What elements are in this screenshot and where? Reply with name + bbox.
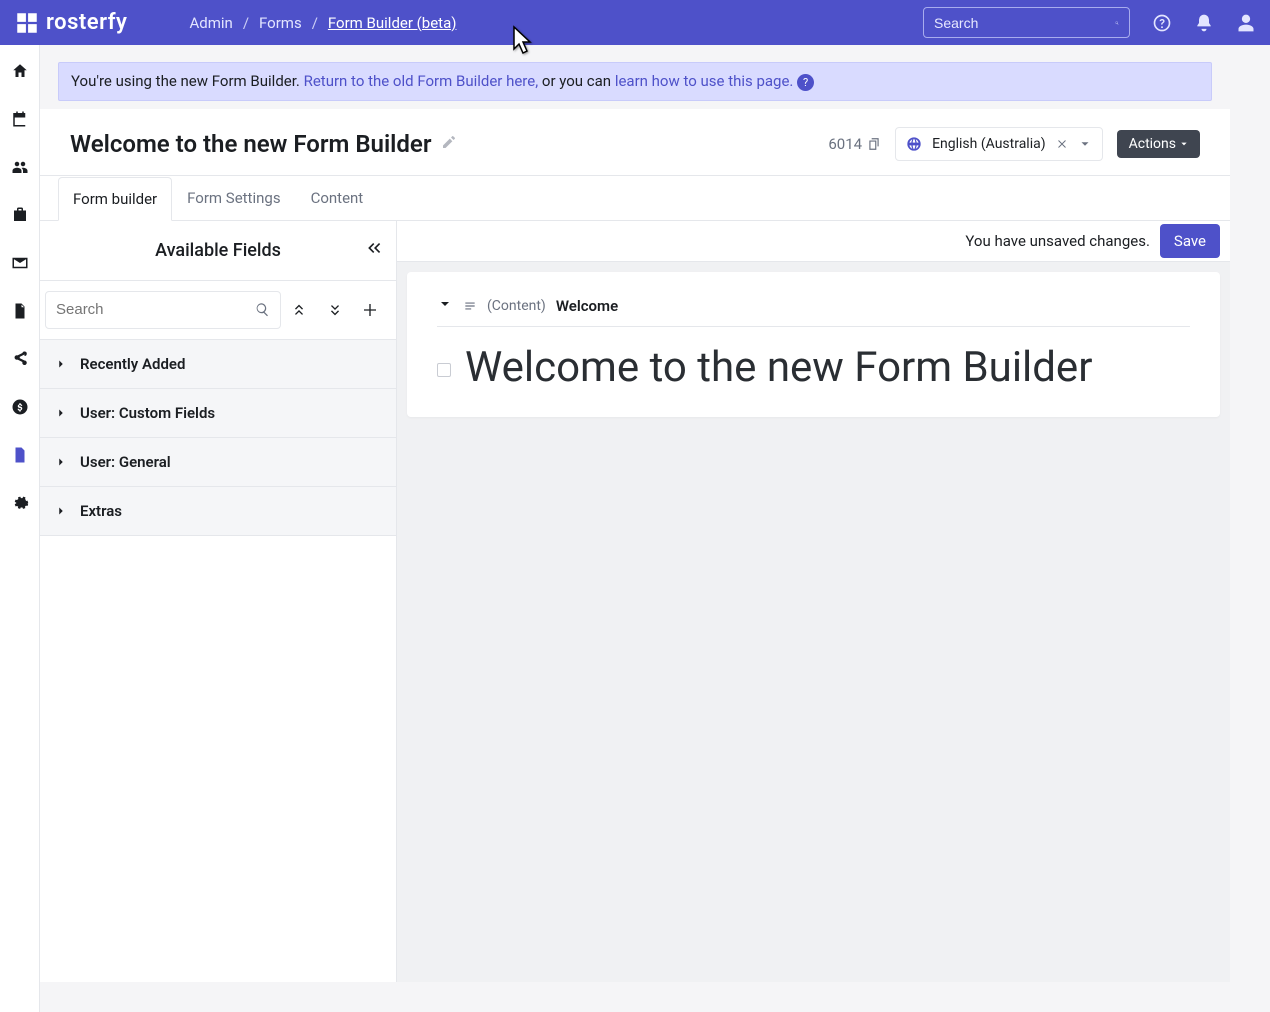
- page-title: Welcome to the new Form Builder: [70, 130, 431, 158]
- field-group-extras[interactable]: Extras: [40, 486, 396, 535]
- section-name: Welcome: [556, 297, 618, 315]
- banner-learn-link[interactable]: learn how to use this page.: [615, 72, 794, 90]
- global-search-input[interactable]: [934, 15, 1115, 31]
- account-button[interactable]: [1236, 13, 1256, 33]
- pencil-icon: [441, 134, 457, 150]
- chevrons-down-icon: [327, 302, 343, 318]
- people-icon: [11, 158, 29, 176]
- chevron-right-icon: [54, 504, 68, 518]
- global-search[interactable]: [923, 7, 1130, 38]
- save-bar: You have unsaved changes. Save: [397, 221, 1230, 262]
- section-checkbox[interactable]: [437, 363, 451, 377]
- section-title[interactable]: Welcome to the new Form Builder: [465, 343, 1092, 393]
- fields-search[interactable]: [45, 291, 281, 329]
- unsaved-changes-msg: You have unsaved changes.: [965, 232, 1150, 250]
- add-field-button[interactable]: [352, 302, 388, 318]
- breadcrumb-current[interactable]: Form Builder (beta): [328, 14, 457, 32]
- nav-dollar[interactable]: [10, 397, 30, 417]
- nav-file[interactable]: [10, 301, 30, 321]
- mail-icon: [11, 254, 29, 272]
- globe-icon: [906, 136, 922, 152]
- help-circle-icon: [1152, 13, 1172, 33]
- chevron-double-left-icon: [364, 238, 384, 258]
- left-nav-rail: [0, 45, 40, 1012]
- nav-briefcase[interactable]: [10, 205, 30, 225]
- language-value: English (Australia): [932, 136, 1046, 152]
- home-icon: [11, 62, 29, 80]
- caret-down-icon: [1180, 140, 1188, 148]
- chevron-right-icon: [54, 357, 68, 371]
- fields-search-input[interactable]: [56, 301, 255, 318]
- brand[interactable]: rosterfy: [0, 0, 141, 45]
- section-type-label: (Content): [487, 298, 546, 314]
- chevron-down-icon[interactable]: [1078, 137, 1092, 151]
- nav-forms[interactable]: [10, 445, 30, 465]
- nav-people[interactable]: [10, 157, 30, 177]
- content-type-icon: [463, 299, 477, 313]
- nav-settings[interactable]: [10, 493, 30, 513]
- chevron-right-icon: [54, 455, 68, 469]
- clear-icon[interactable]: [1056, 138, 1068, 150]
- field-group-user-general[interactable]: User: General: [40, 437, 396, 486]
- field-group-recently-added[interactable]: Recently Added: [40, 339, 396, 388]
- file-icon: [11, 302, 29, 320]
- available-fields-panel: Available Fields Recently A: [40, 221, 397, 982]
- save-button[interactable]: Save: [1160, 224, 1220, 258]
- brand-name: rosterfy: [46, 10, 127, 35]
- help-button[interactable]: [1152, 13, 1172, 33]
- expand-all-button[interactable]: [317, 302, 353, 318]
- form-icon: [11, 446, 29, 464]
- form-canvas: You have unsaved changes. Save (Content)…: [397, 221, 1230, 982]
- collapse-all-button[interactable]: [281, 302, 317, 318]
- panel-collapse-button[interactable]: [364, 238, 384, 262]
- briefcase-icon: [11, 206, 29, 224]
- breadcrumb-link[interactable]: Forms: [259, 14, 302, 32]
- breadcrumb-link[interactable]: Admin: [189, 14, 232, 32]
- calendar-icon: [11, 110, 29, 128]
- builder: Available Fields Recently A: [40, 221, 1230, 982]
- banner-return-link[interactable]: Return to the old Form Builder here,: [304, 72, 539, 90]
- chevron-right-icon: [54, 406, 68, 420]
- copy-icon: [867, 137, 881, 151]
- field-group-custom-fields[interactable]: User: Custom Fields: [40, 388, 396, 437]
- topbar-right: [923, 7, 1256, 38]
- search-icon: [1115, 15, 1119, 31]
- dollar-circle-icon: [11, 398, 29, 416]
- user-icon: [1236, 13, 1256, 33]
- chevron-down-icon: [437, 296, 453, 312]
- nav-calendar[interactable]: [10, 109, 30, 129]
- language-select[interactable]: English (Australia): [895, 127, 1103, 161]
- breadcrumb: Admin / Forms / Form Builder (beta): [189, 14, 456, 32]
- chevrons-up-icon: [291, 302, 307, 318]
- section-toggle[interactable]: [437, 296, 453, 316]
- content-section[interactable]: (Content) Welcome Welcome to the new For…: [407, 272, 1220, 417]
- tab-content[interactable]: Content: [296, 176, 379, 220]
- brand-logo-icon: [14, 10, 40, 36]
- info-banner: You're using the new Form Builder. Retur…: [58, 62, 1212, 101]
- tabs: Form builder Form Settings Content: [40, 176, 1230, 220]
- form-id[interactable]: 6014: [828, 135, 881, 153]
- tab-form-settings[interactable]: Form Settings: [172, 176, 295, 220]
- notifications-button[interactable]: [1194, 13, 1214, 33]
- plus-icon: [362, 302, 378, 318]
- topbar: rosterfy Admin / Forms / Form Builder (b…: [0, 0, 1270, 45]
- tab-form-builder[interactable]: Form builder: [58, 177, 172, 221]
- share-icon: [11, 350, 29, 368]
- bell-icon: [1194, 13, 1214, 33]
- banner-help-icon[interactable]: ?: [797, 74, 814, 91]
- gear-icon: [11, 494, 29, 512]
- fields-panel-title: Available Fields: [155, 240, 281, 261]
- title-row: Welcome to the new Form Builder 6014 Eng…: [40, 109, 1230, 176]
- actions-button[interactable]: Actions: [1117, 130, 1200, 158]
- nav-home[interactable]: [10, 61, 30, 81]
- edit-title-button[interactable]: [441, 134, 457, 154]
- nav-share[interactable]: [10, 349, 30, 369]
- search-icon: [255, 302, 270, 317]
- nav-mail[interactable]: [10, 253, 30, 273]
- main-region: You're using the new Form Builder. Retur…: [40, 45, 1230, 982]
